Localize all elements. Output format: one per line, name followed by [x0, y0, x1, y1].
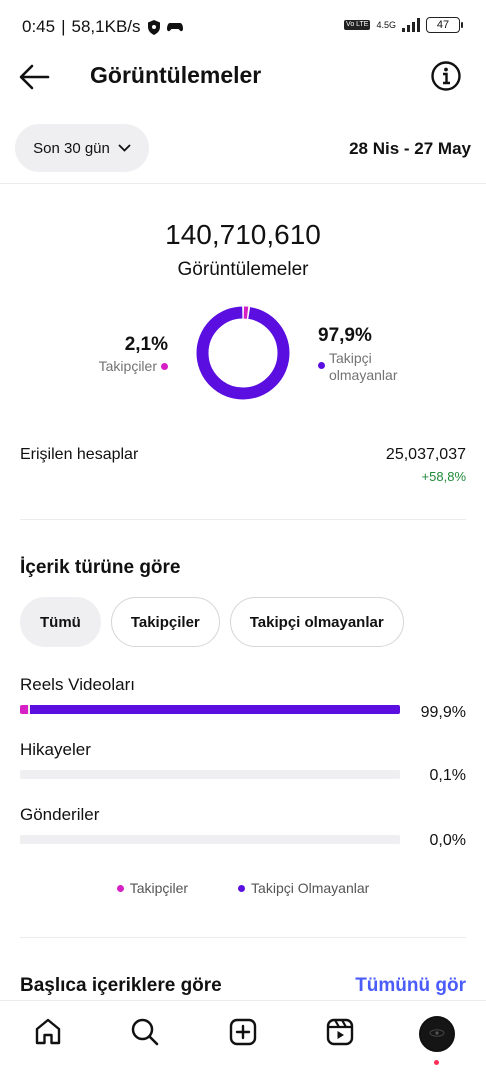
- non-followers-percentage: 97,9%: [318, 325, 372, 346]
- top-content-title: Başlıca içeriklere göre: [20, 975, 222, 996]
- total-views: 140,710,610: [165, 219, 321, 250]
- followers-label: Takipçiler: [99, 358, 168, 374]
- battery-level: 47: [436, 19, 450, 31]
- legend-non-followers: Takipçi Olmayanlar: [238, 880, 369, 896]
- legend-non-followers-dot: [238, 884, 246, 892]
- period-label: Son 30 gün: [33, 139, 110, 157]
- divider: [20, 937, 466, 938]
- non-followers-dot: [318, 362, 325, 369]
- legend-followers-label: Takipçiler: [129, 880, 189, 896]
- bottom-nav: [0, 1000, 486, 1080]
- non-followers-label-text: Takipçi olmayanlar: [329, 350, 397, 384]
- nav-create[interactable]: [226, 1015, 260, 1049]
- app-header: Görüntülemeler: [0, 52, 486, 102]
- nav-search[interactable]: [128, 1015, 162, 1049]
- status-separator: |: [61, 17, 66, 36]
- battery-icon: 47: [426, 17, 463, 33]
- bar-non-followers-segment: [29, 705, 400, 714]
- status-left: 0:45 | 58,1KB/s: [22, 17, 183, 37]
- shield-icon: [147, 19, 160, 35]
- filter-chips: Tümü Takipçiler Takipçi olmayanlar: [20, 597, 404, 647]
- total-views-label: Görüntülemeler: [177, 259, 309, 280]
- content-row-stories: Hikayeler 0,1%: [20, 740, 466, 790]
- chevron-down-icon: [118, 144, 131, 152]
- period-selector[interactable]: Son 30 gün: [15, 124, 149, 172]
- reach-label: Erişilen hesaplar: [20, 446, 139, 463]
- status-time: 0:45: [22, 17, 56, 36]
- nav-home[interactable]: [31, 1015, 65, 1049]
- non-followers-label: Takipçi olmayanlar: [318, 350, 397, 384]
- gamepad-icon: [166, 23, 183, 32]
- divider: [0, 183, 486, 184]
- nav-reels[interactable]: [323, 1015, 357, 1049]
- status-right: Vo LTE 4.5G 47: [344, 17, 463, 33]
- filter-followers[interactable]: Takipçiler: [110, 597, 220, 647]
- content-row-bar: [20, 705, 400, 714]
- legend-non-followers-label: Takipçi Olmayanlar: [251, 880, 370, 896]
- status-speed: 58,1KB/s: [71, 17, 141, 36]
- content-row-name: Reels Videoları: [20, 675, 135, 694]
- nav-profile[interactable]: [418, 1015, 456, 1065]
- reels-icon: [326, 1018, 354, 1046]
- content-row-name: Hikayeler: [20, 740, 91, 759]
- legend-followers: Takipçiler: [116, 880, 189, 896]
- arrow-left-icon: [19, 64, 50, 90]
- followers-donut-chart: [196, 306, 290, 400]
- filter-non-followers[interactable]: Takipçi olmayanlar: [229, 597, 404, 647]
- search-icon: [131, 1018, 159, 1046]
- followers-percentage: 2,1%: [124, 334, 168, 355]
- content-row-percentage: 99,9%: [420, 704, 466, 721]
- chart-legend: Takipçiler Takipçi Olmayanlar: [0, 880, 486, 896]
- network-type: 4.5G: [376, 20, 396, 30]
- profile-avatar: [419, 1016, 455, 1052]
- content-row-percentage: 0,0%: [429, 832, 466, 849]
- bar-followers-segment: [20, 705, 28, 714]
- back-button[interactable]: [18, 62, 50, 92]
- signal-icon: [402, 18, 420, 32]
- non-followers-label-line1: Takipçi: [329, 350, 372, 366]
- divider: [20, 519, 466, 520]
- followers-dot: [161, 362, 168, 370]
- legend-followers-dot: [116, 884, 124, 892]
- content-row-reels: Reels Videoları 99,9%: [20, 675, 466, 725]
- see-all-link[interactable]: Tümünü gör: [355, 975, 466, 997]
- content-row-bar: [20, 835, 400, 844]
- avatar-image: [421, 1018, 453, 1050]
- status-bar: 0:45 | 58,1KB/s Vo LTE 4.5G 47: [0, 0, 486, 56]
- create-icon: [229, 1018, 257, 1046]
- volte-badge: Vo LTE: [344, 20, 371, 30]
- donut-non-followers-ring: [196, 306, 290, 400]
- content-type-title: İçerik türüne göre: [20, 557, 181, 578]
- filter-all[interactable]: Tümü: [20, 597, 101, 647]
- content-row-name: Gönderiler: [20, 805, 100, 824]
- content-row-bar: [20, 770, 400, 779]
- date-range: 28 Nis - 27 May: [349, 139, 471, 158]
- reach-change: +58,8%: [421, 469, 466, 484]
- home-icon: [35, 1018, 61, 1045]
- page-title: Görüntülemeler: [90, 62, 262, 88]
- reach-value: 25,037,037: [385, 446, 466, 463]
- info-icon: [431, 61, 461, 91]
- followers-label-text: Takipçiler: [98, 358, 157, 374]
- content-row-percentage: 0,1%: [429, 767, 466, 784]
- notification-dot: [434, 1060, 439, 1065]
- info-button[interactable]: [430, 60, 462, 92]
- content-row-posts: Gönderiler 0,0%: [20, 805, 466, 855]
- non-followers-label-line2: olmayanlar: [329, 367, 398, 383]
